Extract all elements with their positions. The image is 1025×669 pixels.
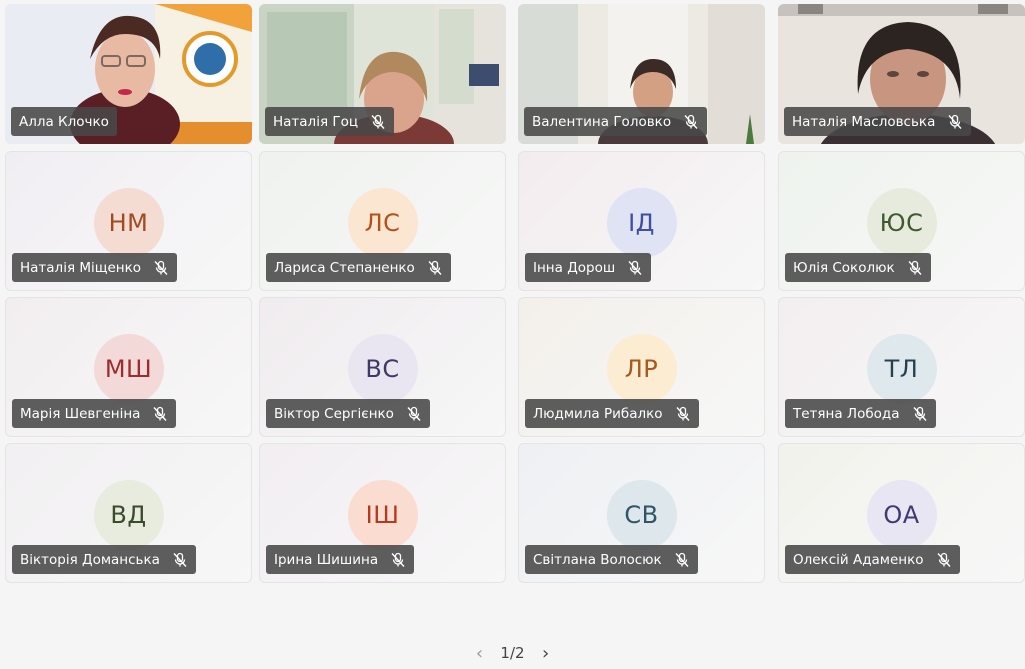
avatar: ІШ bbox=[347, 480, 418, 550]
meeting-gallery-view: Алла Клочко Наталія Гоц Валентина Головко Н… bbox=[0, 0, 1025, 669]
participant-name-tag: Юлія Соколюк bbox=[785, 253, 931, 282]
participant-tile[interactable]: ЛР Людмила Рибалко bbox=[518, 297, 765, 437]
avatar: ЮС bbox=[866, 188, 937, 258]
mic-muted-icon bbox=[627, 260, 643, 276]
participant-name: Тетяна Лобода bbox=[793, 405, 900, 422]
participant-name-tag: Інна Дорош bbox=[525, 253, 652, 282]
avatar: ВД bbox=[93, 480, 164, 550]
avatar: ІД bbox=[606, 188, 677, 258]
participant-name-tag: Тетяна Лобода bbox=[785, 399, 936, 428]
avatar: МШ bbox=[93, 334, 164, 404]
mic-muted-icon bbox=[936, 552, 952, 568]
participant-name: Валентина Головко bbox=[532, 113, 672, 130]
participant-name: Вікторія Доманська bbox=[20, 551, 160, 568]
participant-name-tag: Лариса Степаненко bbox=[266, 253, 451, 282]
mic-muted-icon bbox=[427, 260, 443, 276]
mic-muted-icon bbox=[675, 406, 691, 422]
participant-name: Ірина Шишина bbox=[274, 551, 379, 568]
mic-muted-icon bbox=[153, 260, 169, 276]
participant-name-tag: Валентина Головко bbox=[524, 107, 708, 136]
participant-tile[interactable]: Алла Клочко bbox=[5, 4, 252, 144]
participant-name: Олексій Адаменко bbox=[793, 551, 924, 568]
participant-tile[interactable]: ВС Віктор Сергієнко bbox=[259, 297, 506, 437]
page-indicator: 1/2 bbox=[500, 644, 525, 662]
participant-name: Лариса Степаненко bbox=[274, 259, 415, 276]
participant-tile[interactable]: ТЛ Тетяна Лобода bbox=[778, 297, 1025, 437]
participant-tile[interactable]: Наталія Гоц bbox=[259, 4, 506, 144]
participant-tile[interactable]: ІШ Ірина Шишина bbox=[259, 443, 506, 583]
avatar: ЛР bbox=[606, 334, 677, 404]
participant-tile[interactable]: ЛС Лариса Степаненко bbox=[259, 151, 506, 291]
participant-name: Наталія Масловська bbox=[792, 113, 936, 130]
participant-tile[interactable]: МШ Марія Шевгеніна bbox=[5, 297, 252, 437]
participant-tile[interactable]: ІД Інна Дорош bbox=[518, 151, 765, 291]
participant-name: Світлана Волосюк bbox=[533, 551, 662, 568]
mic-muted-icon bbox=[907, 260, 923, 276]
participant-tile[interactable]: СВ Світлана Волосюк bbox=[518, 443, 765, 583]
participant-name: Віктор Сергієнко bbox=[274, 405, 394, 422]
avatar: ТЛ bbox=[866, 334, 937, 404]
chevron-left-icon[interactable]: ‹ bbox=[472, 643, 486, 664]
participant-name: Людмила Рибалко bbox=[533, 405, 663, 422]
participant-name-tag: Ірина Шишина bbox=[266, 545, 415, 574]
participant-name-tag: Наталія Гоц bbox=[265, 107, 395, 136]
avatar: ЛС bbox=[347, 188, 418, 258]
participant-tile[interactable]: Валентина Головко bbox=[518, 4, 765, 144]
participant-grid: Алла Клочко Наталія Гоц Валентина Головко Н… bbox=[0, 0, 1025, 590]
avatar: НМ bbox=[93, 188, 164, 258]
participant-name: Юлія Соколюк bbox=[793, 259, 895, 276]
mic-muted-icon bbox=[152, 406, 168, 422]
participant-tile[interactable]: Наталія Масловська bbox=[778, 4, 1025, 144]
participant-name-tag: Алла Клочко bbox=[11, 107, 117, 136]
participant-tile[interactable]: ЮС Юлія Соколюк bbox=[778, 151, 1025, 291]
chevron-right-icon[interactable]: › bbox=[539, 643, 553, 664]
participant-name-tag: Людмила Рибалко bbox=[525, 399, 699, 428]
participant-name: Наталія Гоц bbox=[273, 113, 359, 130]
mic-muted-icon bbox=[912, 406, 928, 422]
avatar: ОА bbox=[866, 480, 937, 550]
participant-tile[interactable]: НМ Наталія Міщенко bbox=[5, 151, 252, 291]
participant-tile[interactable]: ОА Олексій Адаменко bbox=[778, 443, 1025, 583]
participant-name: Наталія Міщенко bbox=[20, 259, 142, 276]
mic-muted-icon bbox=[947, 114, 963, 130]
avatar: СВ bbox=[606, 480, 677, 550]
avatar: ВС bbox=[347, 334, 418, 404]
participant-name: Алла Клочко bbox=[19, 113, 109, 130]
mic-muted-icon bbox=[370, 114, 386, 130]
participant-name-tag: Віктор Сергієнко bbox=[266, 399, 430, 428]
mic-muted-icon bbox=[406, 406, 422, 422]
pagination: ‹ 1/2 › bbox=[0, 640, 1025, 666]
mic-muted-icon bbox=[172, 552, 188, 568]
participant-name-tag: Олексій Адаменко bbox=[785, 545, 960, 574]
participant-name: Марія Шевгеніна bbox=[20, 405, 141, 422]
participant-name-tag: Наталія Масловська bbox=[784, 107, 972, 136]
mic-muted-icon bbox=[683, 114, 699, 130]
participant-name: Інна Дорош bbox=[533, 259, 616, 276]
participant-name-tag: Світлана Волосюк bbox=[525, 545, 698, 574]
participant-name-tag: Вікторія Доманська bbox=[12, 545, 196, 574]
mic-muted-icon bbox=[674, 552, 690, 568]
participant-tile[interactable]: ВД Вікторія Доманська bbox=[5, 443, 252, 583]
participant-name-tag: Наталія Міщенко bbox=[12, 253, 178, 282]
participant-name-tag: Марія Шевгеніна bbox=[12, 399, 177, 428]
mic-muted-icon bbox=[390, 552, 406, 568]
